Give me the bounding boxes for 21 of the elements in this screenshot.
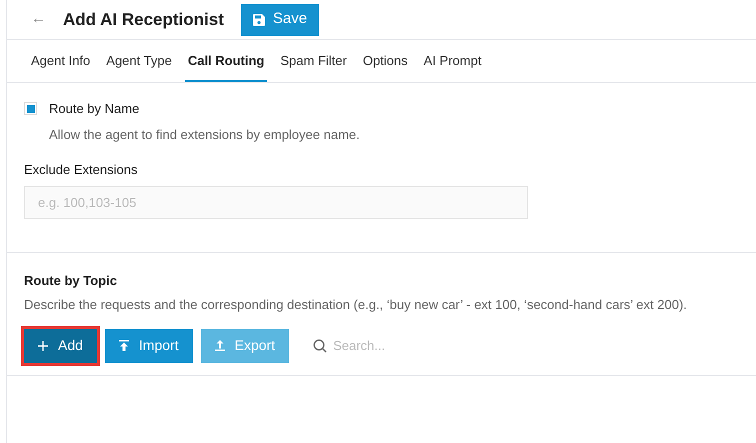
option-label: Route by Name xyxy=(49,100,140,118)
input-field[interactable]: e.g. 100,103-105 xyxy=(24,186,528,218)
add-button[interactable]: Add xyxy=(24,328,97,362)
search-field[interactable]: Search... xyxy=(333,336,454,356)
page-title: Add AI Receptionist xyxy=(63,8,224,31)
section-description: Describe the requests and the corresponding destination (e.g., ‘buy new car’ - ext 100, ‘second-hand cars’ ext 200). xyxy=(24,296,687,314)
tab[interactable]: Options xyxy=(360,40,411,82)
search-icon xyxy=(313,338,328,352)
field-label: Exclude Extensions xyxy=(24,161,138,179)
option-hint: Allow the agent to find extensions by employee name. xyxy=(49,126,360,144)
upload-icon xyxy=(118,340,129,351)
tab[interactable]: Agent Info xyxy=(28,40,94,82)
checkbox[interactable] xyxy=(24,102,37,116)
back-arrow[interactable]: ← xyxy=(31,8,47,31)
tab[interactable]: Call Routing xyxy=(184,40,268,82)
upload-icon xyxy=(214,340,225,351)
tab[interactable]: AI Prompt xyxy=(420,40,484,82)
section-title: Route by Topic xyxy=(24,272,117,290)
tab[interactable]: Agent Type xyxy=(103,40,175,82)
tab[interactable]: Spam Filter xyxy=(277,40,350,82)
plus-icon xyxy=(38,340,48,350)
